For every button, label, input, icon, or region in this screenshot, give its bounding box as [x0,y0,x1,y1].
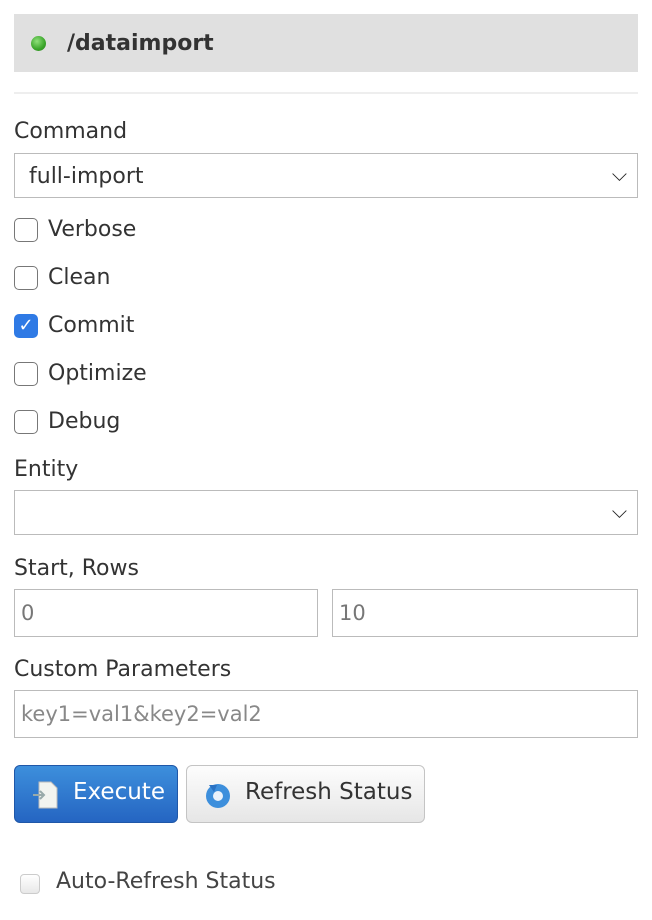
custom-parameters-label: Custom Parameters [14,657,232,682]
refresh-icon [206,784,230,808]
clean-label: Clean [48,265,111,290]
execute-label: Execute [73,779,165,805]
core-header: /dataimport [14,14,638,72]
divider [14,92,638,94]
optimize-checkbox[interactable] [14,362,38,386]
verbose-label: Verbose [48,217,137,242]
entity-select[interactable]: ⌵ [14,490,638,535]
commit-checkbox[interactable]: ✓ [14,314,38,338]
commit-label: Commit [48,313,135,338]
status-dot-icon [31,36,46,51]
start-rows-label: Start, Rows [14,556,139,581]
chevron-down-icon: ⌵ [611,162,627,186]
entity-label: Entity [14,457,79,482]
start-input[interactable]: 0 [14,589,318,637]
debug-checkbox[interactable] [14,410,38,434]
debug-label: Debug [48,409,121,434]
command-select[interactable]: full-import ⌵ [14,153,638,198]
command-label: Command [14,119,128,144]
auto-refresh-checkbox[interactable] [20,874,40,894]
custom-parameters-input[interactable]: key1=val1&key2=val2 [14,690,638,738]
chevron-down-icon: ⌵ [611,499,627,523]
refresh-status-label: Refresh Status [245,779,413,805]
page-title: /dataimport [67,31,214,56]
command-value: full-import [29,164,144,189]
execute-button[interactable]: Execute [14,765,178,823]
refresh-status-button[interactable]: Refresh Status [186,765,425,823]
document-import-icon [33,781,58,809]
verbose-checkbox[interactable] [14,218,38,242]
optimize-label: Optimize [48,361,147,386]
auto-refresh-label: Auto-Refresh Status [56,869,276,894]
clean-checkbox[interactable] [14,266,38,290]
rows-input[interactable]: 10 [332,589,638,637]
